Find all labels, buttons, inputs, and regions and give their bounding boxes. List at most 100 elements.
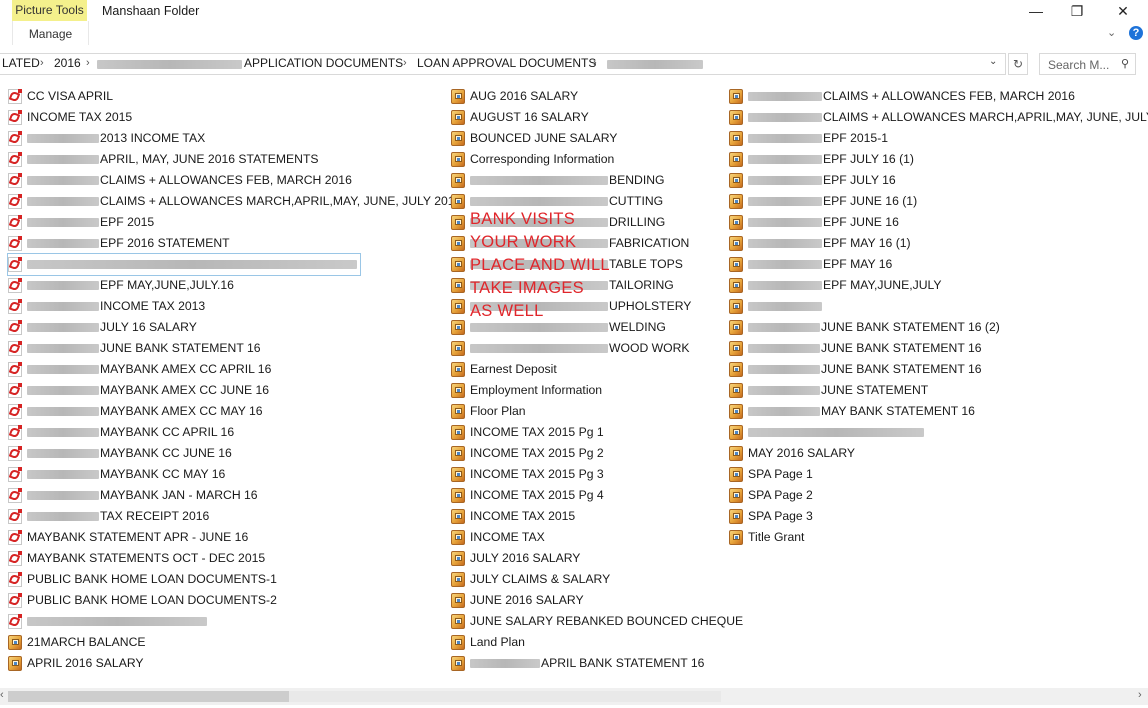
file-item[interactable]: CLAIMS + ALLOWANCES MARCH,APRIL,MAY, JUN… <box>8 191 461 212</box>
scrollbar-track[interactable] <box>289 691 721 702</box>
scroll-right-icon[interactable]: › <box>1138 689 1142 701</box>
file-item[interactable]: JULY 2016 SALARY <box>451 548 721 569</box>
file-item[interactable]: JUNE 2016 SALARY <box>451 590 721 611</box>
file-item[interactable]: EPF 2016 STATEMENT <box>8 233 438 254</box>
file-item[interactable] <box>8 611 438 632</box>
file-item[interactable]: CC VISA APRIL <box>8 86 438 107</box>
breadcrumb-separator-icon[interactable]: › <box>403 57 407 69</box>
breadcrumb-separator-icon[interactable]: › <box>593 57 597 69</box>
manage-tab[interactable]: Manage <box>12 21 89 45</box>
file-item[interactable]: EPF JUNE 16 <box>729 212 1148 233</box>
file-item[interactable]: JUNE BANK STATEMENT 16 <box>8 338 438 359</box>
file-item[interactable]: INCOME TAX 2013 <box>8 296 438 317</box>
file-item[interactable]: MAYBANK CC JUNE 16 <box>8 443 438 464</box>
file-item[interactable]: APRIL, MAY, JUNE 2016 STATEMENTS <box>8 149 438 170</box>
file-item[interactable]: SPA Page 2 <box>729 485 1148 506</box>
close-button[interactable]: ✕ <box>1100 0 1146 22</box>
file-item[interactable]: MAYBANK CC APRIL 16 <box>8 422 438 443</box>
file-item[interactable]: INCOME TAX 2015 Pg 1 <box>451 422 721 443</box>
refresh-button[interactable]: ↻ <box>1008 53 1028 75</box>
file-item[interactable]: WOOD WORK <box>451 338 721 359</box>
file-item[interactable]: EPF JULY 16 <box>729 170 1148 191</box>
file-item[interactable]: MAYBANK STATEMENTS OCT - DEC 2015 <box>8 548 438 569</box>
file-item[interactable]: JUNE BANK STATEMENT 16 <box>729 338 1148 359</box>
file-item[interactable]: BOUNCED JUNE SALARY <box>451 128 721 149</box>
file-item[interactable]: PUBLIC BANK HOME LOAN DOCUMENTS-1 <box>8 569 438 590</box>
address-bar[interactable]: LATED › 2016 › APPLICATION DOCUMENTS › L… <box>0 53 1006 75</box>
file-item[interactable]: MAYBANK AMEX CC MAY 16 <box>8 401 438 422</box>
file-item[interactable]: TAX RECEIPT 2016 <box>8 506 438 527</box>
file-item[interactable]: Corresponding Information <box>451 149 721 170</box>
file-name: EPF 2016 STATEMENT <box>100 236 230 250</box>
file-item[interactable]: APRIL 2016 SALARY <box>8 653 438 674</box>
expand-ribbon-icon[interactable]: ⌄ <box>1107 26 1116 39</box>
breadcrumb-application-documents[interactable]: APPLICATION DOCUMENTS <box>244 56 403 70</box>
file-name: MAYBANK STATEMENT APR - JUNE 16 <box>27 530 249 544</box>
file-item[interactable]: SPA Page 3 <box>729 506 1148 527</box>
file-item[interactable]: INCOME TAX 2015 Pg 4 <box>451 485 721 506</box>
help-icon[interactable]: ? <box>1129 26 1143 40</box>
file-item[interactable]: Earnest Deposit <box>451 359 721 380</box>
file-item[interactable]: CLAIMS + ALLOWANCES FEB, MARCH 2016 <box>8 170 438 191</box>
file-item[interactable]: MAYBANK JAN - MARCH 16 <box>8 485 438 506</box>
file-item[interactable] <box>729 422 1148 443</box>
file-item[interactable] <box>7 253 361 276</box>
breadcrumb-loan-approval-documents[interactable]: LOAN APPROVAL DOCUMENTS <box>417 56 596 70</box>
file-item[interactable]: JULY 16 SALARY <box>8 317 438 338</box>
search-box[interactable]: ⚲ <box>1039 53 1136 75</box>
file-item[interactable]: 2013 INCOME TAX <box>8 128 438 149</box>
file-item[interactable]: EPF MAY,JUNE,JULY <box>729 275 1148 296</box>
file-item[interactable]: PUBLIC BANK HOME LOAN DOCUMENTS-2 <box>8 590 438 611</box>
file-item[interactable]: APRIL BANK STATEMENT 16 <box>451 653 721 674</box>
file-item[interactable]: Employment Information <box>451 380 721 401</box>
minimize-button[interactable]: — <box>1013 0 1059 22</box>
file-item[interactable]: 21MARCH BALANCE <box>8 632 438 653</box>
search-icon[interactable]: ⚲ <box>1121 57 1129 70</box>
maximize-button[interactable]: ❐ <box>1054 0 1100 22</box>
file-item[interactable]: JUNE BANK STATEMENT 16 <box>729 359 1148 380</box>
redacted-text <box>748 218 822 227</box>
breadcrumb-lated[interactable]: LATED <box>2 56 40 70</box>
file-item[interactable]: SPA Page 1 <box>729 464 1148 485</box>
file-item[interactable]: JULY CLAIMS & SALARY <box>451 569 721 590</box>
file-item[interactable]: MAY BANK STATEMENT 16 <box>729 401 1148 422</box>
file-item[interactable]: INCOME TAX 2015 <box>8 107 438 128</box>
search-input[interactable] <box>1046 57 1120 73</box>
horizontal-scrollbar[interactable]: ‹ › <box>0 688 1148 705</box>
file-item[interactable]: JUNE BANK STATEMENT 16 (2) <box>729 317 1148 338</box>
file-item[interactable]: EPF 2015-1 <box>729 128 1148 149</box>
file-item[interactable] <box>729 296 1148 317</box>
file-item[interactable]: INCOME TAX 2015 <box>451 506 721 527</box>
file-item[interactable]: BENDING <box>451 170 721 191</box>
file-item[interactable]: Title Grant <box>729 527 1148 548</box>
file-item[interactable]: EPF MAY 16 <box>729 254 1148 275</box>
file-item[interactable]: INCOME TAX 2015 Pg 2 <box>451 443 721 464</box>
file-item[interactable]: MAYBANK STATEMENT APR - JUNE 16 <box>8 527 438 548</box>
file-item[interactable]: Land Plan <box>451 632 721 653</box>
breadcrumb-separator-icon[interactable]: › <box>86 57 90 69</box>
breadcrumb-separator-icon[interactable]: › <box>40 57 44 69</box>
file-item[interactable]: INCOME TAX <box>451 527 721 548</box>
file-item[interactable]: CLAIMS + ALLOWANCES MARCH,APRIL,MAY, JUN… <box>729 107 1148 128</box>
file-item[interactable]: JUNE SALARY REBANKED BOUNCED CHEQUE <box>451 611 743 632</box>
scroll-left-icon[interactable]: ‹ <box>0 689 4 701</box>
file-item[interactable]: MAYBANK CC MAY 16 <box>8 464 438 485</box>
file-item[interactable]: MAY 2016 SALARY <box>729 443 1148 464</box>
file-item[interactable]: MAYBANK AMEX CC APRIL 16 <box>8 359 438 380</box>
breadcrumb-2016[interactable]: 2016 <box>54 56 81 70</box>
file-item[interactable]: CLAIMS + ALLOWANCES FEB, MARCH 2016 <box>729 86 1148 107</box>
scrollbar-thumb[interactable] <box>8 691 289 702</box>
file-item[interactable]: AUGUST 16 SALARY <box>451 107 721 128</box>
file-item[interactable]: JUNE STATEMENT <box>729 380 1148 401</box>
address-dropdown-icon[interactable]: ⌄ <box>989 56 997 67</box>
file-item[interactable]: EPF JULY 16 (1) <box>729 149 1148 170</box>
file-item[interactable]: INCOME TAX 2015 Pg 3 <box>451 464 721 485</box>
file-item[interactable]: EPF 2015 <box>8 212 438 233</box>
file-item[interactable]: EPF MAY 16 (1) <box>729 233 1148 254</box>
file-item[interactable]: MAYBANK AMEX CC JUNE 16 <box>8 380 438 401</box>
file-item[interactable]: EPF MAY,JUNE,JULY.16 <box>8 275 438 296</box>
file-item[interactable]: AUG 2016 SALARY <box>451 86 721 107</box>
file-item[interactable]: EPF JUNE 16 (1) <box>729 191 1148 212</box>
file-item[interactable]: Floor Plan <box>451 401 721 422</box>
picture-tools-context-tab[interactable]: Picture Tools <box>12 0 87 21</box>
